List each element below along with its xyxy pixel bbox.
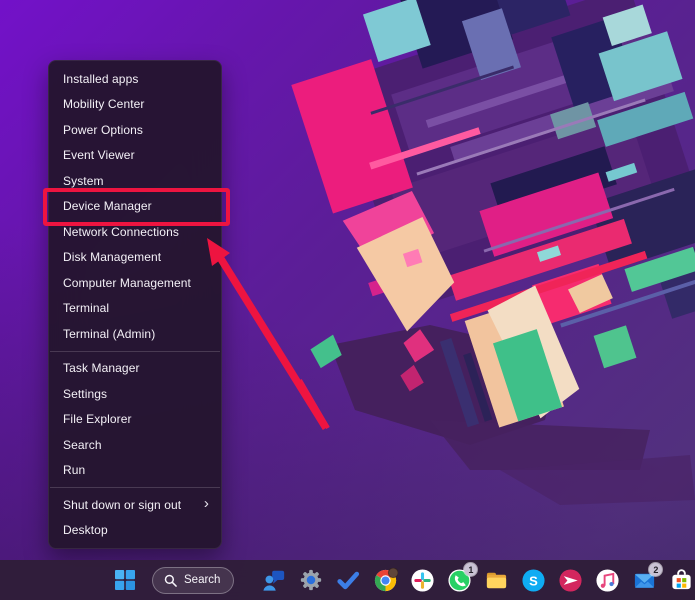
send-arrow-icon <box>558 568 583 593</box>
menu-item-label: Device Manager <box>63 199 152 213</box>
menu-item-label: Terminal (Admin) <box>63 327 155 341</box>
menu-item-installed-apps[interactable]: Installed apps <box>49 66 221 92</box>
menu-item-label: Task Manager <box>63 361 140 375</box>
menu-item-file-explorer[interactable]: File Explorer <box>49 407 221 433</box>
menu-item-label: Desktop <box>63 523 108 537</box>
chrome-app-icon[interactable] <box>372 567 398 593</box>
menu-item-power-options[interactable]: Power Options <box>49 117 221 143</box>
menu-item-label: Terminal <box>63 301 109 315</box>
todo-app-icon[interactable] <box>335 567 361 593</box>
menu-divider <box>50 487 220 488</box>
menu-item-label: Run <box>63 463 85 477</box>
people-chat-app-icon[interactable] <box>261 567 287 593</box>
menu-item-run[interactable]: Run <box>49 458 221 484</box>
svg-text:S: S <box>529 573 538 588</box>
start-button[interactable] <box>112 567 138 593</box>
settings-app-icon[interactable] <box>298 567 324 593</box>
taskbar: Search <box>0 560 695 600</box>
file-explorer-app-icon[interactable] <box>483 567 509 593</box>
send-mail-app-icon[interactable] <box>557 567 583 593</box>
whatsapp-notification-badge: 1 <box>464 563 477 576</box>
person-chat-icon <box>262 568 286 592</box>
menu-item-computer-management[interactable]: Computer Management <box>49 270 221 296</box>
menu-item-event-viewer[interactable]: Event Viewer <box>49 143 221 169</box>
store-bag-icon <box>669 568 694 593</box>
checkmark-icon <box>336 568 360 592</box>
skype-icon: S <box>521 568 546 593</box>
search-icon <box>164 574 177 587</box>
menu-item-label: Event Viewer <box>63 148 135 162</box>
music-app-icon[interactable] <box>594 567 620 593</box>
menu-item-search[interactable]: Search <box>49 432 221 458</box>
chrome-icon <box>373 568 398 593</box>
winx-menu: Installed apps Mobility Center Power Opt… <box>48 60 222 549</box>
search-label: Search <box>184 574 220 586</box>
microsoft-store-app-icon[interactable] <box>668 567 694 593</box>
menu-item-device-manager[interactable]: Device Manager <box>49 194 221 220</box>
music-note-icon <box>595 568 620 593</box>
mail-notification-badge: 2 <box>649 563 662 576</box>
menu-item-label: Computer Management <box>63 276 191 290</box>
menu-item-label: Disk Management <box>63 250 161 264</box>
menu-divider <box>50 351 220 352</box>
chevron-right-icon: › <box>204 496 209 511</box>
menu-item-disk-management[interactable]: Disk Management <box>49 245 221 271</box>
menu-item-terminal-admin[interactable]: Terminal (Admin) <box>49 321 221 347</box>
menu-item-desktop[interactable]: Desktop <box>49 518 221 544</box>
menu-item-label: Shut down or sign out <box>63 498 181 512</box>
menu-item-system[interactable]: System <box>49 168 221 194</box>
folder-icon <box>484 568 509 593</box>
menu-item-network-connections[interactable]: Network Connections <box>49 219 221 245</box>
menu-item-task-manager[interactable]: Task Manager <box>49 356 221 382</box>
slack-app-icon[interactable] <box>409 567 435 593</box>
menu-item-label: Search <box>63 438 102 452</box>
search-box[interactable]: Search <box>152 567 234 594</box>
menu-item-label: Mobility Center <box>63 97 145 111</box>
menu-item-label: Settings <box>63 387 107 401</box>
skype-app-icon[interactable]: S <box>520 567 546 593</box>
menu-item-settings[interactable]: Settings <box>49 381 221 407</box>
menu-item-shut-down-or-sign-out[interactable]: Shut down or sign out › <box>49 492 221 518</box>
menu-item-label: Power Options <box>63 123 143 137</box>
menu-item-label: Installed apps <box>63 72 138 86</box>
menu-item-terminal[interactable]: Terminal <box>49 296 221 322</box>
windows-logo-icon <box>115 570 135 590</box>
menu-item-label: File Explorer <box>63 412 132 426</box>
slack-icon <box>410 568 435 593</box>
whatsapp-app-icon[interactable]: 1 <box>446 567 472 593</box>
menu-item-mobility-center[interactable]: Mobility Center <box>49 92 221 118</box>
menu-item-label: Network Connections <box>63 225 179 239</box>
mail-app-icon[interactable]: 2 <box>631 567 657 593</box>
desktop: Installed apps Mobility Center Power Opt… <box>0 0 695 600</box>
gear-icon <box>299 568 323 592</box>
menu-item-label: System <box>63 174 104 188</box>
